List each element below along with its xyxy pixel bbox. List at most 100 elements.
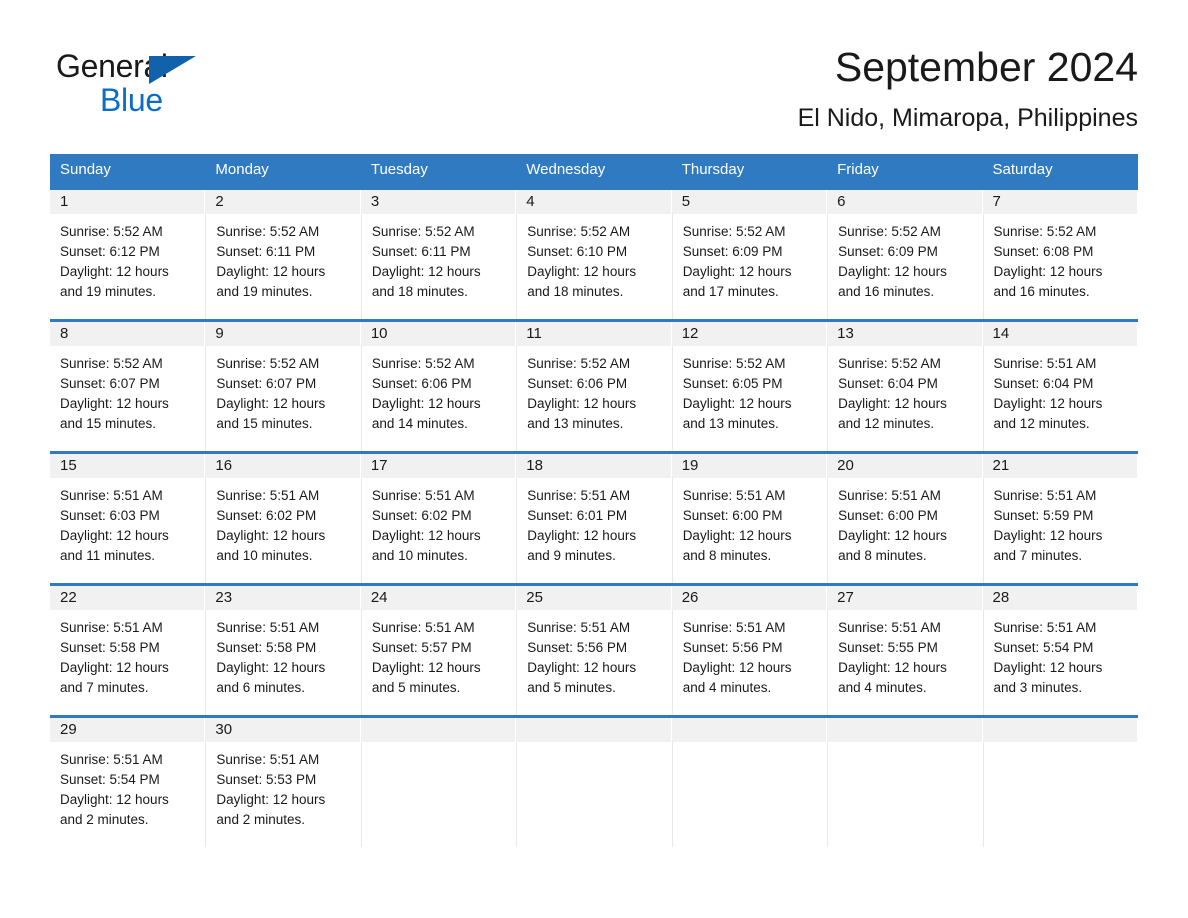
calendar-cell-empty [671, 715, 828, 848]
calendar-cell[interactable]: 7 Sunrise: 5:52 AM Sunset: 6:08 PM Daylight… [982, 187, 1138, 320]
sunset-text: Sunset: 6:05 PM [682, 376, 783, 392]
calendar-cell[interactable]: 20 Sunrise: 5:51 AM Sunset: 6:00 PM Dayligh… [827, 451, 983, 584]
day-number: 25 [516, 586, 672, 611]
daylight-text-line2: and 7 minutes. [993, 548, 1083, 564]
calendar-cell[interactable]: 25 Sunrise: 5:51 AM Sunset: 5:56 PM Dayligh… [516, 583, 672, 716]
calendar-cell[interactable]: 3 Sunrise: 5:52 AM Sunset: 6:11 PM Daylight… [360, 187, 517, 320]
calendar-cell[interactable]: 26 Sunrise: 5:51 AM Sunset: 5:56 PM Dayligh… [671, 583, 828, 716]
sunrise-text: Sunrise: 5:51 AM [527, 620, 631, 636]
sunrise-text: Sunrise: 5:52 AM [216, 224, 320, 240]
day-number: 1 [50, 190, 206, 215]
sunrise-text: Sunrise: 5:52 AM [682, 224, 786, 240]
calendar-cell[interactable]: 23 Sunrise: 5:51 AM Sunset: 5:58 PM Dayligh… [205, 583, 361, 716]
daylight-text-line1: Daylight: 12 hours [60, 396, 169, 412]
day-details: Sunrise: 5:51 AM Sunset: 5:58 PM Daylight:… [205, 610, 360, 716]
daylight-text-line2: and 2 minutes. [216, 812, 305, 828]
day-details: Sunrise: 5:51 AM Sunset: 6:02 PM Daylight:… [360, 478, 516, 584]
sunset-text: Sunset: 6:03 PM [60, 508, 160, 524]
day-details: Sunrise: 5:52 AM Sunset: 6:04 PM Daylight:… [827, 346, 982, 452]
day-details [671, 742, 827, 848]
calendar-container: Sunday Monday Tuesday Wednesday Thursday… [50, 153, 1138, 848]
calendar-cell[interactable]: 18 Sunrise: 5:51 AM Sunset: 6:01 PM Dayligh… [516, 451, 672, 584]
day-number: 27 [827, 586, 983, 611]
calendar-cell[interactable]: 2 Sunrise: 5:52 AM Sunset: 6:11 PM Daylight… [205, 187, 361, 320]
sunset-text: Sunset: 6:04 PM [993, 376, 1094, 392]
daylight-text-line1: Daylight: 12 hours [216, 396, 326, 412]
calendar-cell[interactable]: 10 Sunrise: 5:52 AM Sunset: 6:06 PM Dayligh… [360, 319, 517, 452]
daylight-text-line2: and 19 minutes. [216, 284, 313, 300]
calendar-cell-empty [982, 715, 1138, 848]
calendar-cell[interactable]: 28 Sunrise: 5:51 AM Sunset: 5:54 PM Dayligh… [982, 583, 1138, 716]
day-number: 20 [827, 454, 983, 479]
daylight-text-line1: Daylight: 12 hours [216, 660, 326, 676]
day-details: Sunrise: 5:51 AM Sunset: 6:00 PM Daylight:… [671, 478, 827, 584]
day-number: 14 [982, 322, 1138, 347]
day-details: Sunrise: 5:51 AM Sunset: 5:58 PM Daylight:… [50, 610, 205, 715]
day-details: Sunrise: 5:52 AM Sunset: 6:06 PM Daylight:… [516, 346, 671, 452]
daylight-text-line1: Daylight: 12 hours [682, 528, 792, 544]
daylight-text-line2: and 3 minutes. [993, 680, 1083, 696]
calendar-cell[interactable]: 11 Sunrise: 5:52 AM Sunset: 6:06 PM Dayligh… [516, 319, 672, 452]
calendar-cell[interactable]: 5 Sunrise: 5:52 AM Sunset: 6:09 PM Daylight… [671, 187, 828, 320]
daylight-text-line2: and 19 minutes. [60, 284, 157, 300]
daylight-text-line2: and 13 minutes. [682, 416, 779, 432]
calendar-cell[interactable]: 8 Sunrise: 5:52 AM Sunset: 6:07 PM Daylight… [50, 319, 206, 452]
day-details: Sunrise: 5:52 AM Sunset: 6:07 PM Daylight:… [50, 346, 205, 451]
sunrise-text: Sunrise: 5:52 AM [993, 224, 1097, 240]
daylight-text-line2: and 8 minutes. [838, 548, 927, 564]
calendar-cell[interactable]: 12 Sunrise: 5:52 AM Sunset: 6:05 PM Dayligh… [671, 319, 828, 452]
daylight-text-line1: Daylight: 12 hours [838, 528, 947, 544]
daylight-text-line2: and 10 minutes. [371, 548, 468, 564]
calendar-cell[interactable]: 9 Sunrise: 5:52 AM Sunset: 6:07 PM Daylight… [205, 319, 361, 452]
sunset-text: Sunset: 6:06 PM [371, 376, 472, 392]
daylight-text-line1: Daylight: 12 hours [993, 264, 1103, 280]
day-details: Sunrise: 5:51 AM Sunset: 5:54 PM Daylight:… [50, 742, 205, 847]
day-details: Sunrise: 5:51 AM Sunset: 5:57 PM Daylight:… [360, 610, 516, 716]
calendar-cell[interactable]: 22 Sunrise: 5:51 AM Sunset: 5:58 PM Dayligh… [50, 583, 206, 716]
sunrise-text: Sunrise: 5:51 AM [682, 620, 786, 636]
daylight-text-line2: and 15 minutes. [216, 416, 313, 432]
daylight-text-line1: Daylight: 12 hours [60, 660, 169, 676]
sunset-text: Sunset: 6:11 PM [216, 244, 316, 260]
day-details: Sunrise: 5:51 AM Sunset: 5:55 PM Daylight:… [827, 610, 982, 716]
sunset-text: Sunset: 6:02 PM [216, 508, 317, 524]
day-number: 30 [205, 718, 361, 743]
sunset-text: Sunset: 6:00 PM [682, 508, 783, 524]
weekday-header-row: Sunday Monday Tuesday Wednesday Thursday… [50, 153, 1138, 188]
calendar-cell[interactable]: 4 Sunrise: 5:52 AM Sunset: 6:10 PM Daylight… [516, 187, 672, 320]
calendar-cell[interactable]: 21 Sunrise: 5:51 AM Sunset: 5:59 PM Dayligh… [982, 451, 1138, 584]
calendar-week-row: 15 Sunrise: 5:51 AM Sunset: 6:03 PM Dayligh… [50, 451, 1138, 584]
day-details: Sunrise: 5:51 AM Sunset: 5:54 PM Daylight:… [982, 610, 1138, 716]
calendar-body: 1 Sunrise: 5:52 AM Sunset: 6:12 PM Daylight… [50, 187, 1138, 848]
calendar-cell[interactable]: 17 Sunrise: 5:51 AM Sunset: 6:02 PM Dayligh… [360, 451, 517, 584]
daylight-text-line2: and 11 minutes. [60, 548, 156, 564]
daylight-text-line1: Daylight: 12 hours [371, 396, 481, 412]
day-number: 19 [671, 454, 828, 479]
weekday-header-tuesday: Tuesday [360, 153, 517, 188]
day-details: Sunrise: 5:52 AM Sunset: 6:05 PM Daylight:… [671, 346, 827, 452]
calendar-cell[interactable]: 16 Sunrise: 5:51 AM Sunset: 6:02 PM Dayligh… [205, 451, 361, 584]
day-details: Sunrise: 5:52 AM Sunset: 6:07 PM Daylight:… [205, 346, 360, 452]
sunset-text: Sunset: 5:57 PM [371, 640, 472, 656]
calendar-cell[interactable]: 14 Sunrise: 5:51 AM Sunset: 6:04 PM Dayligh… [982, 319, 1138, 452]
daylight-text-line1: Daylight: 12 hours [838, 660, 947, 676]
day-number [516, 718, 672, 743]
daylight-text-line1: Daylight: 12 hours [993, 660, 1103, 676]
calendar-cell[interactable]: 30 Sunrise: 5:51 AM Sunset: 5:53 PM Dayligh… [205, 715, 361, 848]
weekday-header-thursday: Thursday [671, 153, 828, 188]
calendar-cell[interactable]: 19 Sunrise: 5:51 AM Sunset: 6:00 PM Dayligh… [671, 451, 828, 584]
calendar-cell[interactable]: 13 Sunrise: 5:52 AM Sunset: 6:04 PM Dayligh… [827, 319, 983, 452]
sunset-text: Sunset: 6:04 PM [838, 376, 938, 392]
sunrise-text: Sunrise: 5:51 AM [216, 488, 320, 504]
calendar-cell[interactable]: 1 Sunrise: 5:52 AM Sunset: 6:12 PM Daylight… [50, 187, 206, 320]
sunrise-text: Sunrise: 5:51 AM [216, 752, 320, 768]
calendar-cell[interactable]: 24 Sunrise: 5:51 AM Sunset: 5:57 PM Dayligh… [360, 583, 517, 716]
day-number: 17 [360, 454, 517, 479]
calendar-cell[interactable]: 27 Sunrise: 5:51 AM Sunset: 5:55 PM Dayligh… [827, 583, 983, 716]
daylight-text-line2: and 13 minutes. [527, 416, 624, 432]
calendar-cell[interactable]: 29 Sunrise: 5:51 AM Sunset: 5:54 PM Dayligh… [50, 715, 206, 848]
calendar-cell[interactable]: 6 Sunrise: 5:52 AM Sunset: 6:09 PM Daylight… [827, 187, 983, 320]
calendar-cell[interactable]: 15 Sunrise: 5:51 AM Sunset: 6:03 PM Dayligh… [50, 451, 206, 584]
sunrise-text: Sunrise: 5:52 AM [371, 356, 475, 372]
daylight-text-line2: and 16 minutes. [993, 284, 1090, 300]
